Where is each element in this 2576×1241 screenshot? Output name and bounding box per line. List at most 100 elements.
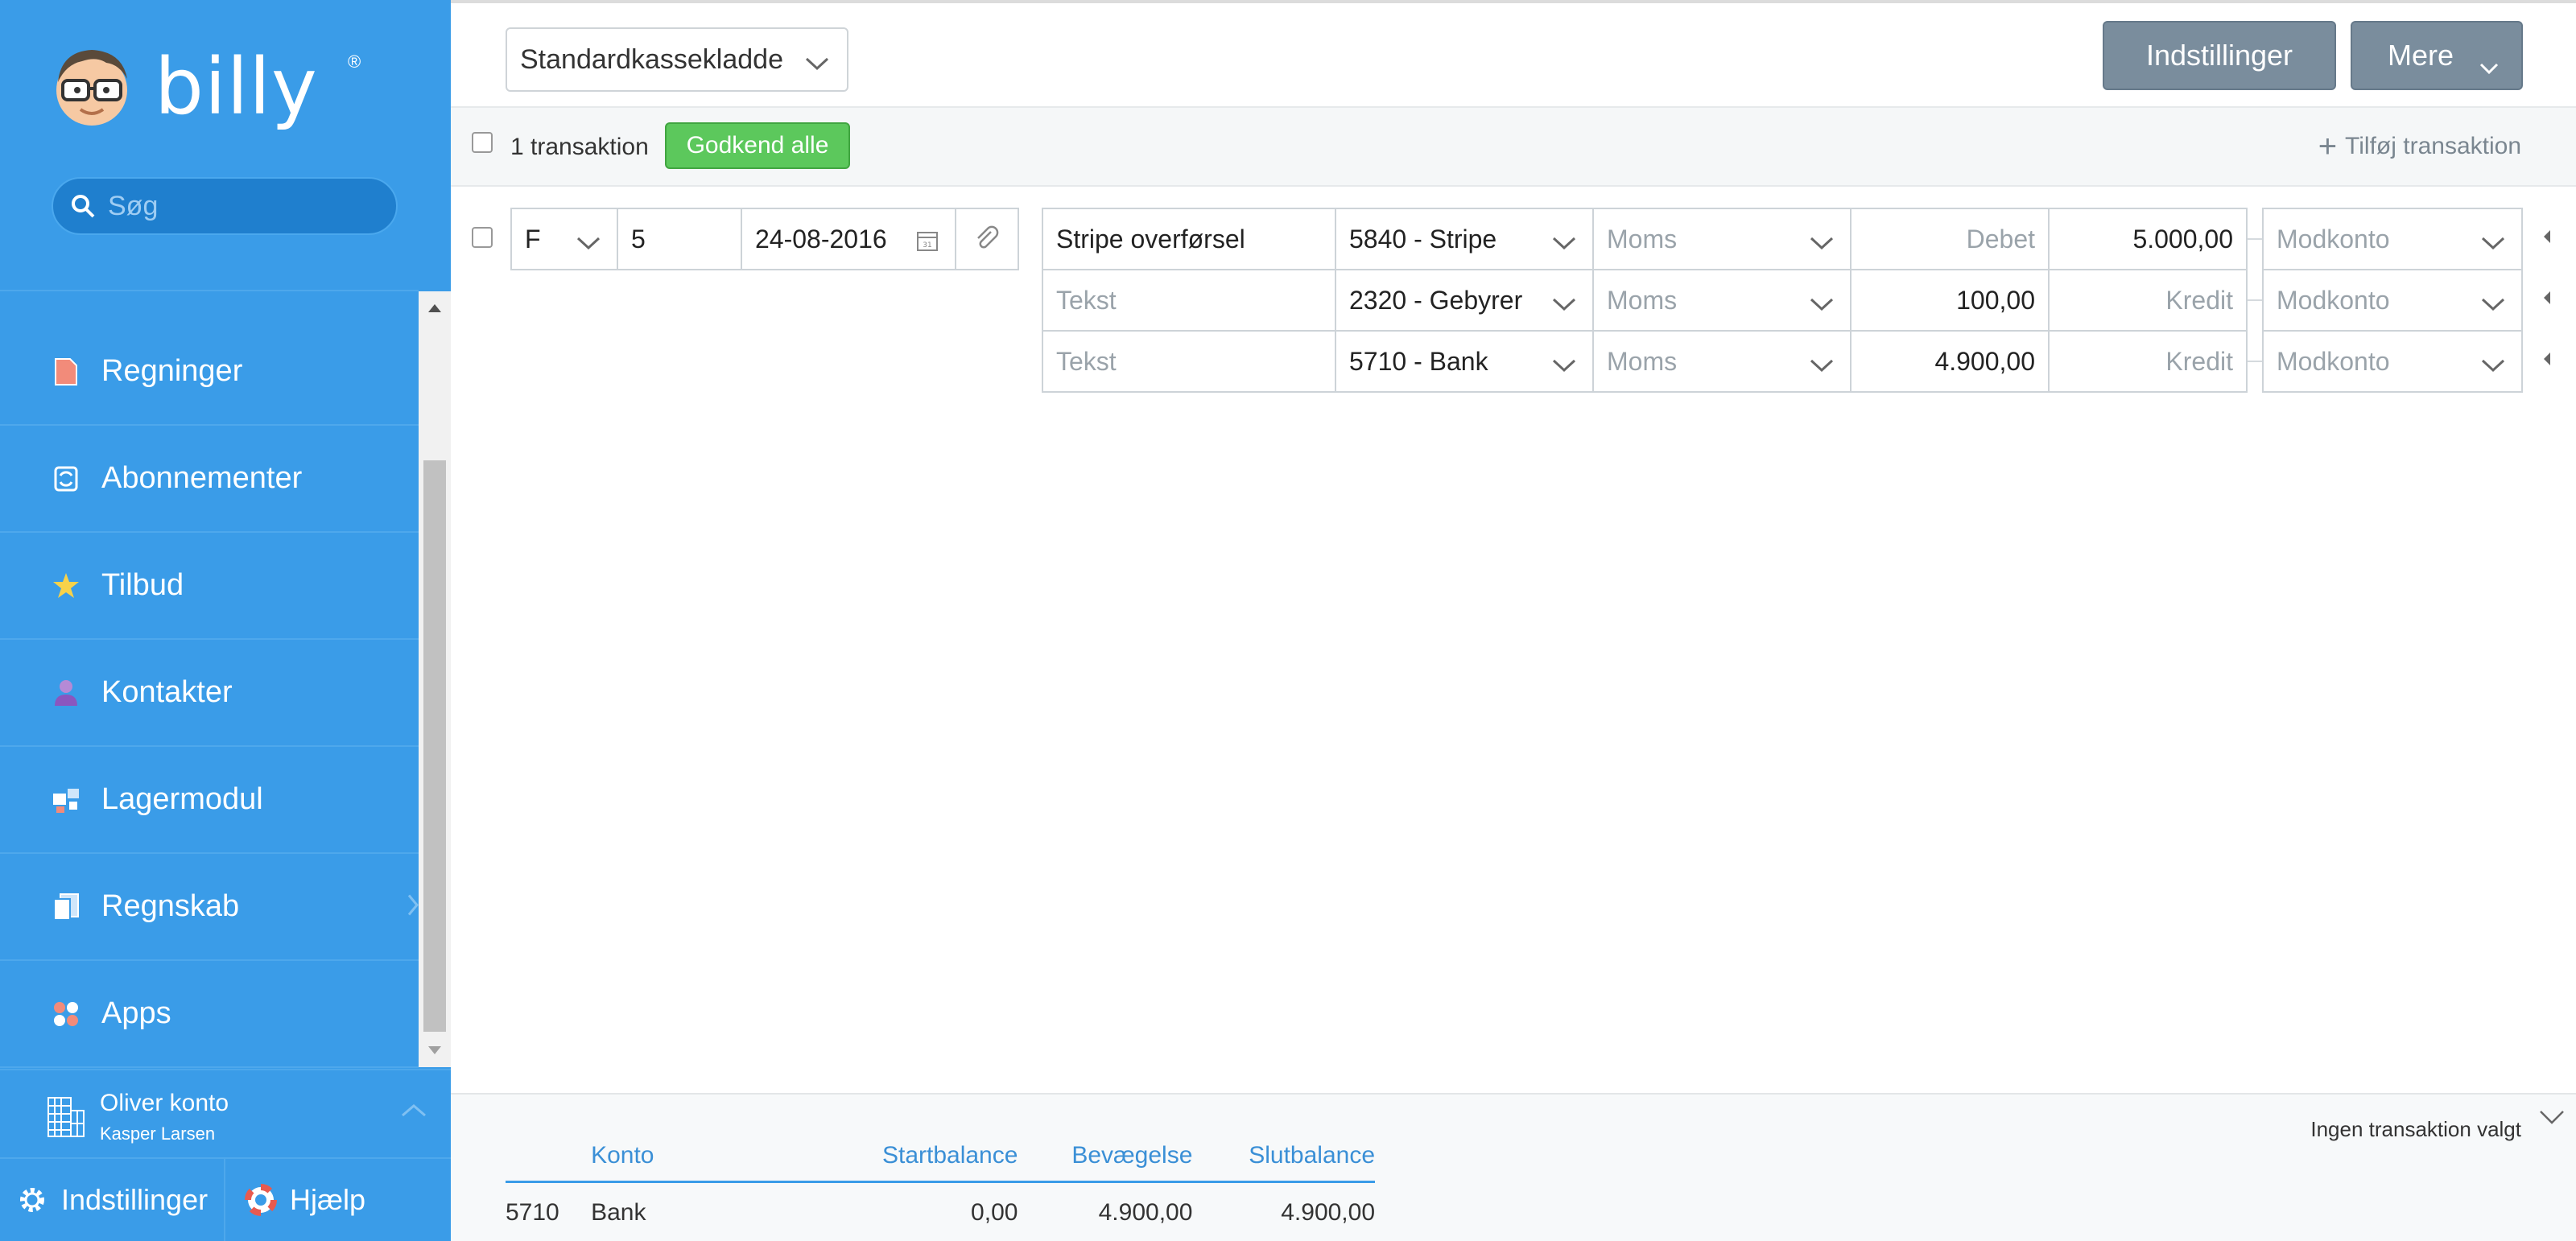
transaction-checkbox[interactable] xyxy=(472,227,493,248)
account-name: Bank xyxy=(591,1199,646,1226)
transaction-number-value: 5 xyxy=(631,224,646,254)
line-text-input[interactable]: Tekst xyxy=(1042,269,1336,332)
sidebar-item-kontakter[interactable]: Kontakter xyxy=(0,640,419,747)
transaction-date-value: 24-08-2016 xyxy=(755,224,887,254)
line-debit-input[interactable]: 4.900,00 xyxy=(1850,330,2050,393)
ledger-select-value: Standardkassekladde xyxy=(520,43,784,75)
line-account-select[interactable]: 2320 - Gebyrer xyxy=(1335,269,1594,332)
person-icon xyxy=(50,677,82,709)
chevron-down-icon xyxy=(2479,48,2499,82)
scroll-down-icon[interactable] xyxy=(419,1035,451,1067)
search-icon xyxy=(72,195,95,218)
search-box[interactable] xyxy=(52,177,398,235)
sidebar-item-regnskab[interactable]: Regnskab xyxy=(0,854,419,961)
select-all-checkbox[interactable] xyxy=(472,132,493,153)
line-vat-select[interactable]: Moms xyxy=(1592,330,1852,393)
line-vat-select[interactable]: Moms xyxy=(1592,269,1852,332)
inventory-icon xyxy=(50,784,82,816)
sidebar-settings-button[interactable]: Indstillinger xyxy=(0,1159,225,1241)
table-row: 5710 Bank 0,00 4.900,00 4.900,00 xyxy=(506,1183,1375,1241)
line-offset-account-select[interactable]: Modkonto xyxy=(2262,269,2523,332)
add-transaction-label: Tilføj transaktion xyxy=(2345,133,2521,159)
settings-button[interactable]: Indstillinger xyxy=(2103,21,2336,90)
sidebar-item-label: Apps xyxy=(101,996,171,1030)
sidebar-help-button[interactable]: Hjælp xyxy=(225,1159,451,1241)
line-account: 2320 - Gebyrer xyxy=(1349,285,1523,315)
ledger-select[interactable]: Standardkassekladde xyxy=(506,27,848,92)
sidebar-item-apps[interactable]: Apps xyxy=(0,961,419,1068)
transaction-count: 1 transaktion xyxy=(510,134,649,160)
sidebar-item-label: Tilbud xyxy=(101,568,184,602)
sidebar-item-label: Kontakter xyxy=(101,675,233,709)
sidebar-item-label: Regnskab xyxy=(101,889,240,923)
more-button-label: Mere xyxy=(2388,39,2454,72)
line-debit-input[interactable]: 100,00 xyxy=(1850,269,2050,332)
sidebar-nav: Regninger Abonnementer Tilbud Kontakter … xyxy=(0,319,419,1068)
line-account: 5710 - Bank xyxy=(1349,346,1488,376)
sidebar-item-label: Abonnementer xyxy=(101,461,303,495)
line-offset-account: Modkonto xyxy=(2277,224,2390,254)
sidebar-item-lagermodul[interactable]: Lagermodul xyxy=(0,747,419,854)
scrollbar-thumb[interactable] xyxy=(423,460,446,1032)
line-account-select[interactable]: 5710 - Bank xyxy=(1335,330,1594,393)
chevron-down-icon xyxy=(576,227,601,257)
organization-switcher[interactable]: Oliver konto Kasper Larsen xyxy=(0,1069,451,1157)
chevron-down-icon xyxy=(805,47,829,78)
transaction-number-field[interactable]: 5 xyxy=(617,208,742,270)
sidebar-item-regninger[interactable]: Regninger xyxy=(0,319,419,426)
search-input[interactable] xyxy=(108,190,382,222)
chevron-right-icon xyxy=(407,893,419,920)
chevron-down-icon xyxy=(2481,349,2505,379)
line-debit-input[interactable]: Debet xyxy=(1850,208,2050,270)
line-credit-input[interactable]: Kredit xyxy=(2048,269,2248,332)
gear-icon xyxy=(20,1188,44,1212)
chevron-up-icon xyxy=(401,1103,427,1121)
sidebar-item-abonnementer[interactable]: Abonnementer xyxy=(0,426,419,533)
scroll-up-icon[interactable] xyxy=(419,291,451,324)
line-credit-input[interactable]: Kredit xyxy=(2048,330,2248,393)
calendar-icon[interactable]: 31 xyxy=(916,229,939,258)
line-account-select[interactable]: 5840 - Stripe xyxy=(1335,208,1594,270)
line-offset-account-select[interactable]: Modkonto xyxy=(2262,330,2523,393)
line-credit: Kredit xyxy=(2165,346,2233,376)
transaction-type-select[interactable]: F xyxy=(510,208,618,270)
no-transaction-selected: Ingen transaktion valgt xyxy=(2310,1117,2521,1141)
sidebar-bottom-bar: Indstillinger Hjælp xyxy=(0,1157,451,1241)
sidebar-scrollbar[interactable] xyxy=(419,291,451,1067)
transaction-date-field[interactable]: 24-08-2016 31 xyxy=(741,208,956,270)
add-transaction-button[interactable]: + Tilføj transaktion xyxy=(2318,130,2521,163)
line-account: 5840 - Stripe xyxy=(1349,224,1497,254)
billy-logo[interactable]: billy ® xyxy=(50,39,361,135)
sidebar-item-tilbud[interactable]: Tilbud xyxy=(0,533,419,640)
more-button[interactable]: Mere xyxy=(2351,21,2523,90)
line-text-input[interactable]: Stripe overførsel xyxy=(1042,208,1336,270)
caret-left-icon[interactable] xyxy=(2544,291,2550,304)
registered-mark: ® xyxy=(348,52,361,72)
building-icon xyxy=(47,1097,85,1137)
chevron-down-icon xyxy=(1552,349,1576,379)
transaction-type-value: F xyxy=(525,224,541,254)
help-label: Hjælp xyxy=(290,1183,366,1216)
line-text-input[interactable]: Tekst xyxy=(1042,330,1336,393)
caret-left-icon[interactable] xyxy=(2544,230,2550,243)
caret-left-icon[interactable] xyxy=(2544,353,2550,365)
balance-table: Konto Startbalance Bevægelse Slutbalance… xyxy=(506,1125,1375,1241)
attachment-button[interactable] xyxy=(955,208,1019,270)
accounting-icon xyxy=(50,891,82,923)
balance-panel: Ingen transaktion valgt Konto Startbalan… xyxy=(451,1093,2576,1241)
line-offset-account-select[interactable]: Modkonto xyxy=(2262,208,2523,270)
line-credit: Kredit xyxy=(2165,285,2233,315)
chevron-down-icon xyxy=(1552,227,1576,257)
line-credit-input[interactable]: 5.000,00 xyxy=(2048,208,2248,270)
chevron-down-icon[interactable] xyxy=(2539,1109,2565,1129)
chevron-down-icon xyxy=(1552,288,1576,318)
approve-all-button[interactable]: Godkend alle xyxy=(665,122,850,169)
line-vat-select[interactable]: Moms xyxy=(1592,208,1852,270)
chevron-down-icon xyxy=(2481,288,2505,318)
column-header-end-balance: Slutbalance xyxy=(1249,1142,1376,1169)
chevron-down-icon xyxy=(1810,227,1834,257)
balance-table-header: Konto Startbalance Bevægelse Slutbalance xyxy=(506,1125,1375,1183)
plus-icon: + xyxy=(2318,129,2338,164)
line-vat: Moms xyxy=(1607,285,1678,315)
column-header-account: Konto xyxy=(591,1142,654,1169)
